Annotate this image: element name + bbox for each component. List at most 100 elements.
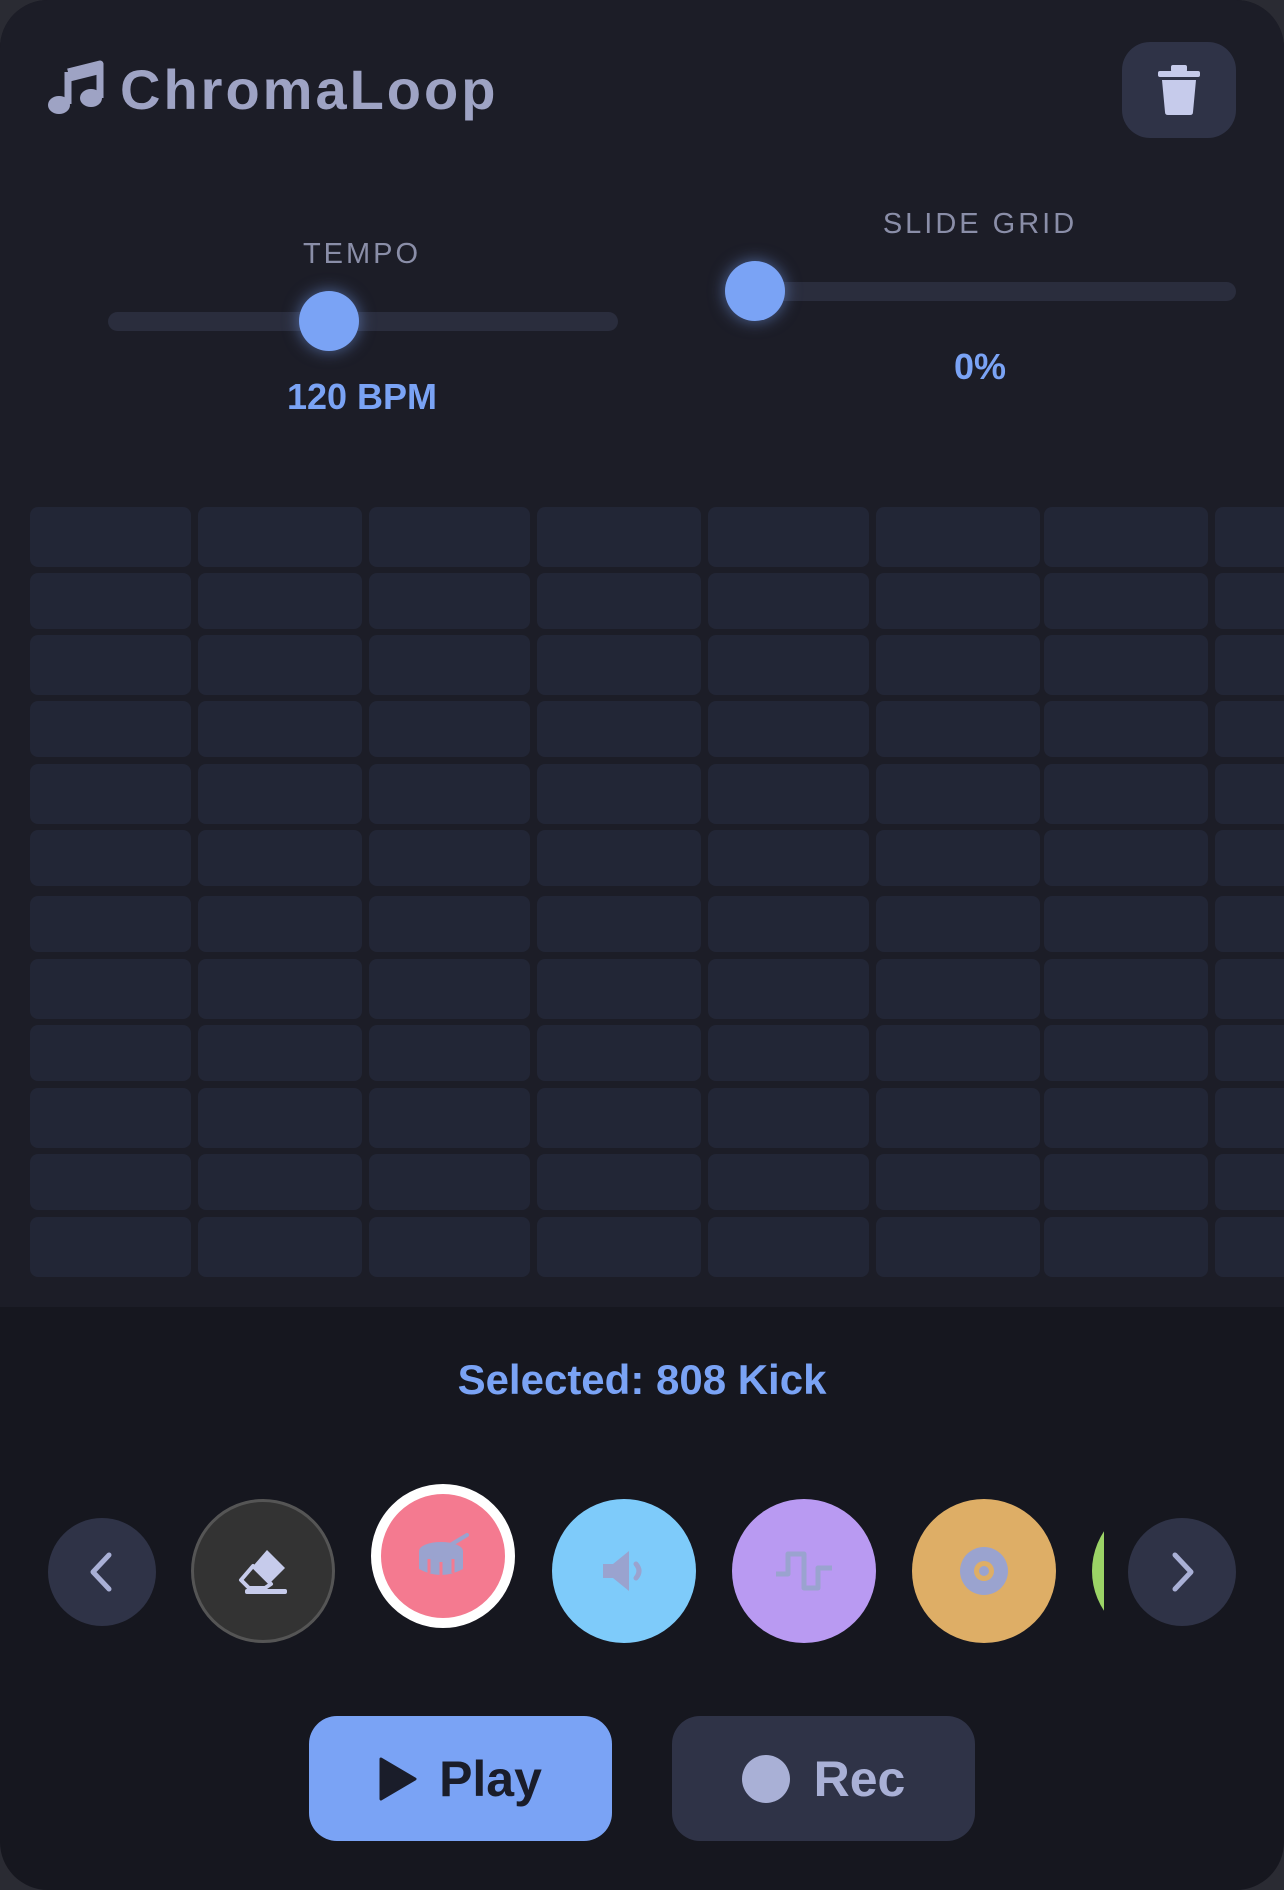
grid-cell[interactable] (876, 573, 1040, 629)
clear-button[interactable] (1122, 42, 1236, 138)
grid-cell[interactable] (1044, 573, 1208, 629)
grid-cell[interactable] (369, 959, 530, 1019)
grid-cell[interactable] (1044, 701, 1208, 757)
grid-cell[interactable] (1215, 701, 1284, 757)
grid-cell[interactable] (198, 573, 362, 629)
grid-cell[interactable] (537, 507, 701, 567)
grid-cell[interactable] (1215, 1217, 1284, 1277)
instrument-partial[interactable] (1092, 1499, 1104, 1643)
grid-cell[interactable] (1215, 635, 1284, 695)
grid-cell[interactable] (198, 1025, 362, 1081)
grid-cell[interactable] (876, 701, 1040, 757)
grid-cell[interactable] (30, 573, 191, 629)
instrument-808-kick[interactable] (371, 1484, 515, 1628)
grid-cell[interactable] (876, 1025, 1040, 1081)
slide-grid-slider-thumb[interactable] (725, 261, 785, 321)
grid-cell[interactable] (1215, 959, 1284, 1019)
grid-cell[interactable] (1044, 1217, 1208, 1277)
grid-cell[interactable] (30, 1025, 191, 1081)
tempo-slider-track[interactable] (108, 312, 618, 331)
grid-cell[interactable] (876, 507, 1040, 567)
grid-cell[interactable] (30, 1088, 191, 1148)
tempo-slider-thumb[interactable] (299, 291, 359, 351)
grid-cell[interactable] (198, 635, 362, 695)
grid-cell[interactable] (369, 1025, 530, 1081)
grid-cell[interactable] (708, 635, 869, 695)
record-button[interactable]: Rec (672, 1716, 975, 1841)
grid-cell[interactable] (369, 1154, 530, 1210)
grid-cell[interactable] (1215, 1088, 1284, 1148)
grid-cell[interactable] (537, 1217, 701, 1277)
grid-cell[interactable] (537, 635, 701, 695)
grid-cell[interactable] (708, 507, 869, 567)
grid-cell[interactable] (30, 507, 191, 567)
grid-cell[interactable] (537, 959, 701, 1019)
grid-cell[interactable] (198, 1088, 362, 1148)
grid-cell[interactable] (537, 830, 701, 886)
grid-cell[interactable] (198, 1154, 362, 1210)
grid-cell[interactable] (1044, 1088, 1208, 1148)
grid-cell[interactable] (708, 896, 869, 952)
grid-cell[interactable] (876, 830, 1040, 886)
grid-cell[interactable] (1044, 507, 1208, 567)
grid-cell[interactable] (876, 1088, 1040, 1148)
grid-cell[interactable] (30, 896, 191, 952)
grid-cell[interactable] (1215, 507, 1284, 567)
grid-cell[interactable] (369, 764, 530, 824)
grid-cell[interactable] (369, 701, 530, 757)
grid-cell[interactable] (1215, 1025, 1284, 1081)
grid-cell[interactable] (537, 764, 701, 824)
grid-cell[interactable] (30, 830, 191, 886)
grid-cell[interactable] (708, 959, 869, 1019)
grid-cell[interactable] (1044, 959, 1208, 1019)
grid-cell[interactable] (1044, 1154, 1208, 1210)
instrument-eraser[interactable] (191, 1499, 335, 1643)
grid-cell[interactable] (876, 1217, 1040, 1277)
next-instrument-button[interactable] (1128, 1518, 1236, 1626)
slide-grid-slider-track[interactable] (760, 282, 1236, 301)
grid-cell[interactable] (198, 896, 362, 952)
grid-cell[interactable] (30, 635, 191, 695)
grid-cell[interactable] (537, 701, 701, 757)
grid-cell[interactable] (30, 1154, 191, 1210)
grid-cell[interactable] (876, 896, 1040, 952)
grid-cell[interactable] (876, 1154, 1040, 1210)
grid-cell[interactable] (1044, 830, 1208, 886)
grid-cell[interactable] (537, 1154, 701, 1210)
grid-cell[interactable] (198, 507, 362, 567)
grid-cell[interactable] (30, 764, 191, 824)
grid-cell[interactable] (537, 1088, 701, 1148)
grid-cell[interactable] (1215, 896, 1284, 952)
grid-cell[interactable] (708, 573, 869, 629)
grid-cell[interactable] (1215, 573, 1284, 629)
grid-cell[interactable] (30, 1217, 191, 1277)
grid-cell[interactable] (198, 764, 362, 824)
grid-cell[interactable] (1215, 1154, 1284, 1210)
grid-cell[interactable] (708, 1088, 869, 1148)
grid-cell[interactable] (369, 1088, 530, 1148)
grid-cell[interactable] (1044, 635, 1208, 695)
grid-cell[interactable] (30, 959, 191, 1019)
grid-cell[interactable] (369, 896, 530, 952)
grid-cell[interactable] (537, 896, 701, 952)
grid-cell[interactable] (708, 701, 869, 757)
grid-cell[interactable] (708, 1154, 869, 1210)
play-button[interactable]: Play (309, 1716, 612, 1841)
grid-cell[interactable] (198, 959, 362, 1019)
prev-instrument-button[interactable] (48, 1518, 156, 1626)
grid-cell[interactable] (1044, 764, 1208, 824)
grid-cell[interactable] (30, 701, 191, 757)
grid-cell[interactable] (369, 573, 530, 629)
instrument-speaker[interactable] (552, 1499, 696, 1643)
grid-cell[interactable] (876, 959, 1040, 1019)
grid-cell[interactable] (1044, 1025, 1208, 1081)
grid-cell[interactable] (708, 764, 869, 824)
grid-cell[interactable] (537, 573, 701, 629)
grid-cell[interactable] (369, 635, 530, 695)
grid-cell[interactable] (198, 701, 362, 757)
grid-cell[interactable] (708, 1025, 869, 1081)
instrument-wave[interactable] (732, 1499, 876, 1643)
grid-cell[interactable] (198, 830, 362, 886)
grid-cell[interactable] (1044, 896, 1208, 952)
grid-cell[interactable] (1215, 830, 1284, 886)
